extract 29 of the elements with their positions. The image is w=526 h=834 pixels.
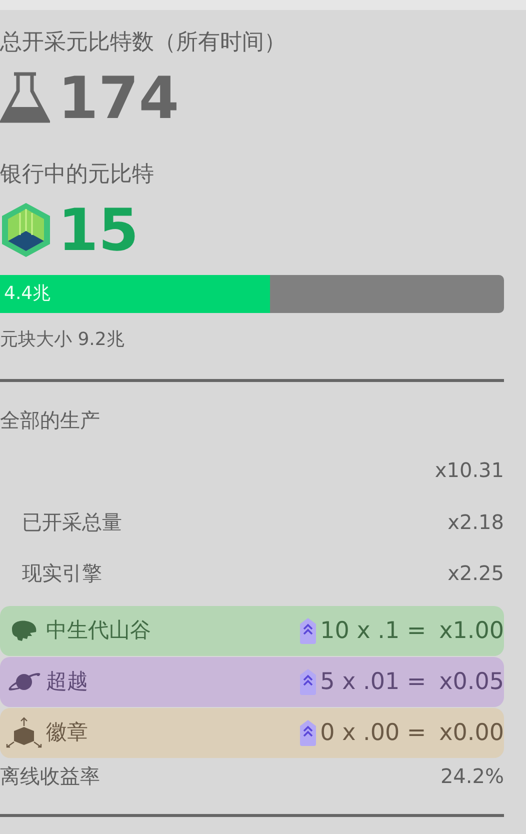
- block-size-text: 元块大小 9.2兆: [0, 328, 126, 352]
- flask-icon: [0, 71, 50, 125]
- bank-value: 15: [58, 200, 139, 260]
- total-mined-label: 总开采元比特数（所有时间）: [0, 29, 287, 57]
- factor-value: x2.18: [448, 508, 504, 536]
- bonus-result: x0.05: [439, 668, 504, 697]
- factor-value: x2.25: [448, 560, 504, 586]
- offline-rate-value: 24.2%: [440, 763, 504, 790]
- production-title: 全部的生产: [0, 407, 101, 434]
- bonus-name: 中生代山谷: [46, 617, 151, 644]
- bonus-name: 超越: [46, 668, 88, 696]
- cube-arrows-icon: [5, 717, 43, 749]
- progress-reading: 4.4兆: [4, 283, 51, 305]
- offline-rate-label: 离线收益率: [0, 763, 100, 790]
- chevron-up-badge-icon: [299, 719, 318, 747]
- chevron-up-badge-icon: [299, 668, 318, 696]
- bonus-formula: 0 x .00 =: [320, 718, 426, 748]
- gem-icon: [0, 201, 52, 259]
- bonus-result: x1.00: [439, 616, 504, 646]
- bonus-result: x0.00: [439, 718, 504, 748]
- bonus-formula: 10 x .1 =: [320, 616, 426, 646]
- production-total: x10.31: [434, 457, 504, 484]
- bonus-name: 徽章: [46, 719, 88, 746]
- total-mined-value: 174: [58, 68, 180, 128]
- factor-label: 现实引擎: [22, 560, 102, 586]
- bonus-formula: 5 x .01 =: [320, 668, 426, 697]
- bank-label: 银行中的元比特: [0, 161, 155, 189]
- factor-label: 已开采总量: [22, 508, 122, 536]
- chevron-up-badge-icon: [299, 617, 318, 645]
